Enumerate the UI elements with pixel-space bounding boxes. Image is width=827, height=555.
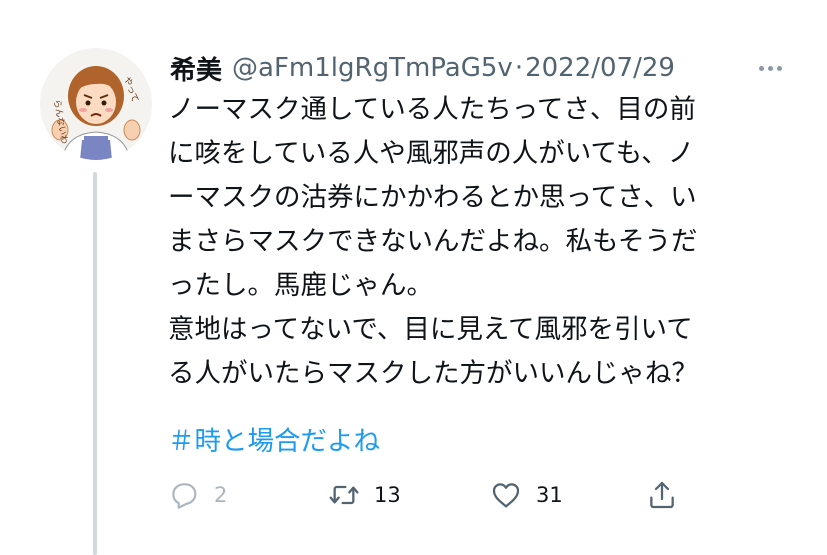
retweet-icon: [329, 485, 359, 505]
avatar-illustration-icon: やって らんないわ: [40, 48, 152, 160]
heart-icon: [492, 483, 520, 508]
thread-line: [93, 172, 97, 555]
tweet-actions: 2 13 31: [168, 470, 688, 520]
more-horizontal-icon: [757, 65, 784, 71]
like-button[interactable]: 31: [490, 470, 563, 520]
share-button[interactable]: [646, 470, 678, 520]
reply-button[interactable]: 2: [168, 470, 227, 520]
retweet-count: 13: [374, 483, 401, 507]
tweet-header: 希美 @aFm1lgRgTmPaG5v · 2022/07/29: [170, 50, 675, 86]
avatar[interactable]: やって らんないわ: [40, 48, 152, 160]
reply-count: 2: [214, 483, 228, 507]
user-handle[interactable]: @aFm1lgRgTmPaG5v: [232, 53, 513, 83]
like-count: 31: [536, 483, 563, 507]
more-options-button[interactable]: [752, 55, 788, 81]
tweet-text: ノーマスク通している人たちってさ、目の前 に咳をしている人や風邪声の人がいても、…: [168, 94, 698, 389]
share-icon: [650, 481, 674, 509]
hashtag-link[interactable]: ＃時と場合だよね: [168, 420, 380, 464]
meta-separator: ·: [514, 53, 524, 83]
reply-icon: [172, 483, 197, 509]
tweet-date[interactable]: 2022/07/29: [525, 53, 675, 83]
retweet-button[interactable]: 13: [328, 470, 401, 520]
display-name[interactable]: 希美: [170, 50, 222, 87]
